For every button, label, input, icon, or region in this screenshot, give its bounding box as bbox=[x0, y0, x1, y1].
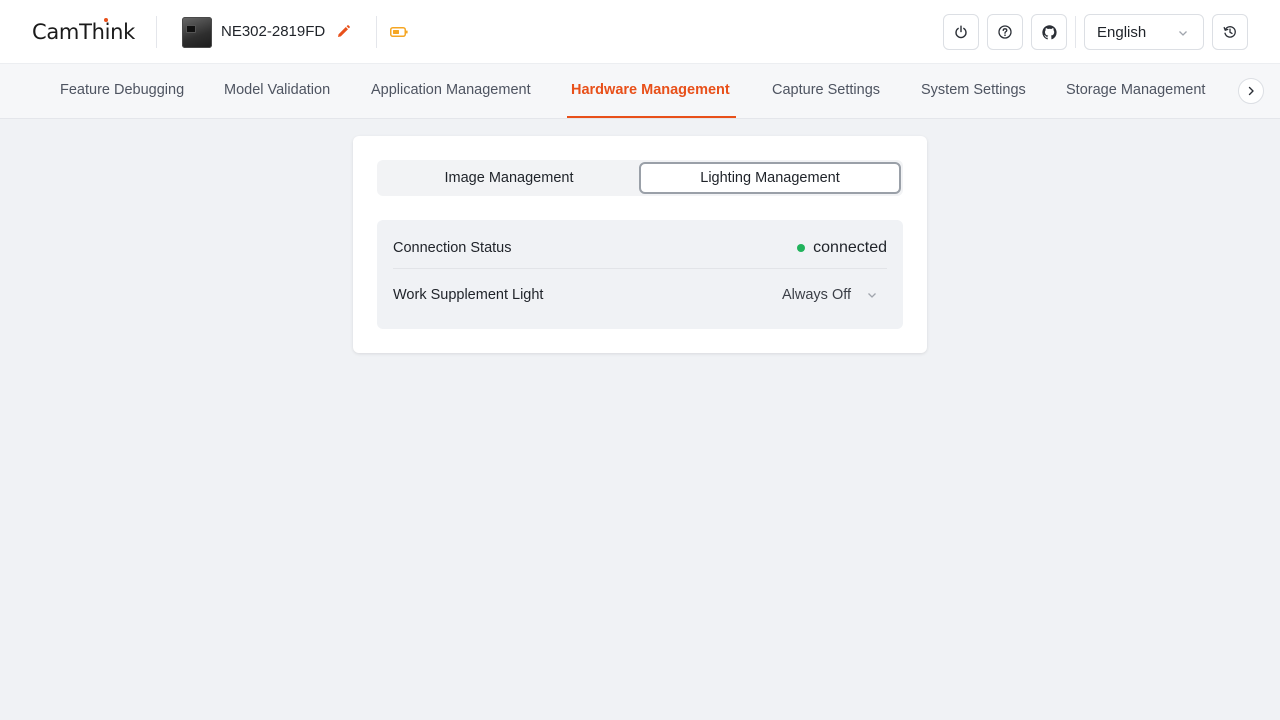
chevron-right-icon bbox=[1248, 86, 1254, 96]
battery-icon bbox=[390, 27, 408, 37]
supplement-light-label: Work Supplement Light bbox=[393, 287, 544, 303]
power-icon bbox=[955, 25, 967, 39]
connection-status-label: Connection Status bbox=[393, 240, 512, 256]
tab-image-management[interactable]: Image Management bbox=[377, 160, 641, 196]
supplement-light-value: Always Off bbox=[782, 287, 852, 303]
pencil-icon[interactable] bbox=[335, 24, 351, 40]
language-select[interactable]: English bbox=[1084, 14, 1204, 50]
header-divider bbox=[1075, 16, 1076, 48]
device-name: NE302-2819FD bbox=[221, 23, 326, 40]
chevron-down-icon bbox=[1179, 31, 1187, 36]
device-thumbnail bbox=[182, 17, 212, 48]
language-value: English bbox=[1097, 24, 1147, 41]
github-icon bbox=[1041, 24, 1057, 39]
status-dot-icon bbox=[797, 244, 806, 252]
logo-dot bbox=[104, 18, 108, 22]
active-tab-indicator bbox=[567, 116, 736, 118]
chevron-down-icon bbox=[868, 293, 876, 298]
tab-capture-settings[interactable]: Capture Settings bbox=[772, 64, 880, 118]
panel-tab-switch: Image Management Lighting Management bbox=[377, 160, 903, 196]
history-icon bbox=[1223, 26, 1236, 38]
history-button[interactable] bbox=[1212, 14, 1248, 50]
hardware-panel: Image Management Lighting Management Con… bbox=[353, 136, 927, 353]
logo-text: CamThink bbox=[32, 20, 136, 44]
github-button[interactable] bbox=[1031, 14, 1067, 50]
tab-application-management[interactable]: Application Management bbox=[371, 64, 531, 118]
supplement-light-select[interactable]: Always Off bbox=[782, 284, 878, 306]
tab-storage-management[interactable]: Storage Management bbox=[1066, 64, 1205, 118]
main-nav: Feature Debugging Model Validation Appli… bbox=[0, 64, 1280, 119]
lighting-settings: Connection Status connected Work Supplem… bbox=[377, 220, 903, 329]
row-divider bbox=[393, 268, 887, 269]
help-circle-icon bbox=[998, 25, 1012, 39]
connection-status-value: connected bbox=[813, 239, 887, 256]
help-button[interactable] bbox=[987, 14, 1023, 50]
tab-lighting-management[interactable]: Lighting Management bbox=[639, 162, 901, 194]
header-divider bbox=[156, 16, 157, 48]
top-header: CamThink NE302-2819FD English bbox=[0, 0, 1280, 64]
camthink-logo[interactable]: CamThink bbox=[32, 18, 135, 46]
power-button[interactable] bbox=[943, 14, 979, 50]
tab-hardware-management[interactable]: Hardware Management bbox=[571, 64, 730, 118]
connection-status: connected bbox=[797, 238, 887, 258]
tab-feature-debugging[interactable]: Feature Debugging bbox=[60, 64, 184, 118]
tab-model-validation[interactable]: Model Validation bbox=[224, 64, 330, 118]
tab-system-settings[interactable]: System Settings bbox=[921, 64, 1026, 118]
header-divider bbox=[376, 16, 377, 48]
nav-scroll-right-button[interactable] bbox=[1238, 78, 1264, 104]
